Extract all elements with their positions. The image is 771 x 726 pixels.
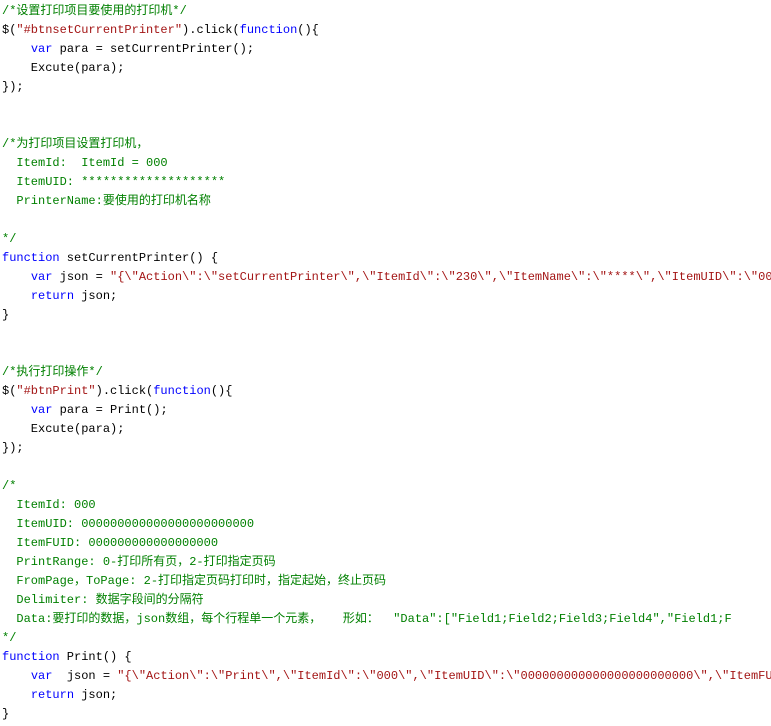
code-line: function Print() { [2,648,771,667]
comment: ItemFUID: 000000000000000000 [2,536,218,550]
token-fn: } [2,308,9,322]
comment: /*执行打印操作*/ [2,365,103,379]
comment: ItemId: 000 [2,498,96,512]
token-kw: var [31,669,53,683]
code-line [2,97,771,116]
token-str: "#btnsetCurrentPrinter" [16,23,182,37]
token-kw: var [31,403,53,417]
code-line: PrinterName:要使用的打印机名称 [2,192,771,211]
token-fn: json; [74,289,117,303]
code-line: */ [2,629,771,648]
code-line [2,458,771,477]
token-fn: setCurrentPrinter() { [60,251,218,265]
token-fn: }); [2,80,24,94]
token-fn: para = Print(); [52,403,167,417]
token-fn: json = [52,270,110,284]
code-line: */ [2,230,771,249]
code-line: } [2,705,771,724]
comment: /*为打印项目设置打印机， [2,137,148,151]
token-kw: function [240,23,298,37]
comment: Data:要打印的数据，json数组，每个行程单一个元素， 形如： "Data"… [2,612,732,626]
code-line: ItemUID: ******************** [2,173,771,192]
token-punct: ).click( [96,384,154,398]
code-line: Excute(para); [2,59,771,78]
comment: PrinterName:要使用的打印机名称 [2,194,211,208]
code-line: }); [2,439,771,458]
token-kw: var [31,42,53,56]
token-fn: Print() { [60,650,132,664]
code-line: ItemFUID: 000000000000000000 [2,534,771,553]
token-kw: return [31,688,74,702]
comment: /*设置打印项目要使用的打印机*/ [2,4,187,18]
code-line: ItemId: ItemId = 000 [2,154,771,173]
comment: */ [2,232,16,246]
code-line: }); [2,78,771,97]
code-line: var para = setCurrentPrinter(); [2,40,771,59]
comment: ItemUID: ******************** [2,175,225,189]
token-punct [2,688,31,702]
code-block: /*设置打印项目要使用的打印机*/ $("#btnsetCurrentPrinte… [0,0,771,726]
token-punct: (){ [211,384,233,398]
comment: FromPage，ToPage: 2-打印指定页码打印时，指定起始，终止页码 [2,574,386,588]
code-line: /* [2,477,771,496]
token-punct [2,403,31,417]
token-punct: ).click( [182,23,240,37]
code-line [2,116,771,135]
code-line: return json; [2,287,771,306]
token-fn: json; [74,688,117,702]
code-line: /*为打印项目设置打印机， [2,135,771,154]
code-line: PrintRange: 0-打印所有页，2-打印指定页码 [2,553,771,572]
code-line: } [2,306,771,325]
token-punct [2,669,31,683]
token-str: "#btnPrint" [16,384,95,398]
token-fn: }); [2,441,24,455]
comment: PrintRange: 0-打印所有页，2-打印指定页码 [2,555,276,569]
token-punct [2,289,31,303]
token-fn: Excute(para); [2,61,124,75]
code-line: ItemUID: 000000000000000000000000 [2,515,771,534]
code-line: var para = Print(); [2,401,771,420]
token-str: "{\"Action\":\"setCurrentPrinter\",\"Ite… [110,270,771,284]
code-line [2,344,771,363]
token-fn: } [2,707,9,721]
token-fn: para = setCurrentPrinter(); [52,42,254,56]
code-line [2,325,771,344]
comment: Delimiter: 数据字段间的分隔符 [2,593,204,607]
code-line: /*设置打印项目要使用的打印机*/ [2,2,771,21]
code-line: /*执行打印操作*/ [2,363,771,382]
token-punct [2,270,31,284]
comment: /* [2,479,16,493]
comment: ItemUID: 000000000000000000000000 [2,517,254,531]
token-str: "{\"Action\":\"Print\",\"ItemId\":\"000\… [117,669,771,683]
comment: ItemId: ItemId = 000 [2,156,168,170]
token-punct [2,42,31,56]
code-line: ItemId: 000 [2,496,771,515]
code-line: function setCurrentPrinter() { [2,249,771,268]
token-kw: function [2,650,60,664]
token-kw: function [153,384,211,398]
token-kw: function [2,251,60,265]
code-line [2,211,771,230]
token-kw: var [31,270,53,284]
token-punct: (){ [297,23,319,37]
token-fn: json = [52,669,117,683]
code-line: Delimiter: 数据字段间的分隔符 [2,591,771,610]
token-fn: Excute(para); [2,422,124,436]
code-line: $("#btnPrint").click(function(){ [2,382,771,401]
code-line: Data:要打印的数据，json数组，每个行程单一个元素， 形如： "Data"… [2,610,771,629]
comment: */ [2,631,16,645]
code-line: var json = "{\"Action\":\"Print\",\"Item… [2,667,771,686]
code-line: var json = "{\"Action\":\"setCurrentPrin… [2,268,771,287]
code-line: FromPage，ToPage: 2-打印指定页码打印时，指定起始，终止页码 [2,572,771,591]
token-kw: return [31,289,74,303]
code-line: return json; [2,686,771,705]
code-line: $("#btnsetCurrentPrinter").click(functio… [2,21,771,40]
code-line: Excute(para); [2,420,771,439]
